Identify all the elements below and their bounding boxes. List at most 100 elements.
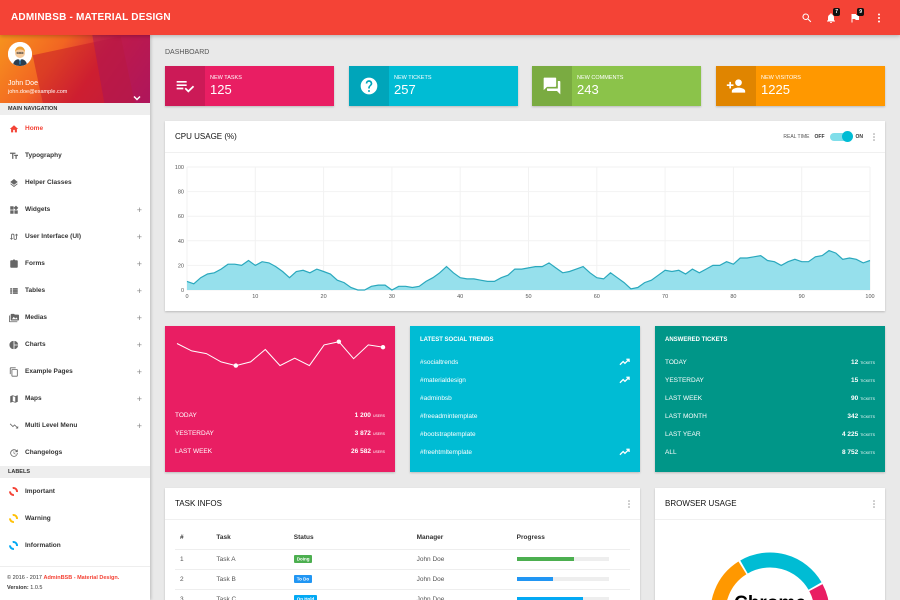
sidebar-item-label: Important [25, 488, 55, 495]
expand-icon[interactable]: + [137, 286, 142, 296]
trend-item[interactable]: #socialtrends [410, 353, 640, 371]
table-row[interactable]: 1 Task A Doing John Doe [175, 549, 630, 570]
donut-segment-firefox[interactable] [809, 584, 829, 600]
user-menu-toggle[interactable] [132, 89, 142, 101]
stat-value: 4 225 [841, 430, 859, 438]
circle-dashed-icon [9, 541, 18, 550]
sidebar-item-label: Example Pages [25, 368, 73, 375]
browser-card-menu-button[interactable] [868, 497, 880, 511]
donut-center-label: Chrome [734, 593, 806, 600]
sidebar-item-multi-level-menu[interactable]: Multi Level Menu + [0, 412, 150, 439]
users-sparkline [176, 339, 386, 368]
donut-segment-chrome[interactable] [740, 552, 822, 591]
trend-item[interactable]: #freehtmltemplate [410, 443, 640, 461]
chevron-down-icon [133, 95, 141, 101]
users-stat-row: YESTERDAY 3 872 USERS [165, 424, 395, 442]
table-row[interactable]: 3 Task C On Hold John Doe [175, 589, 630, 600]
realtime-control: REAL TIME OFF ON [783, 131, 868, 142]
x-tick-label: 100 [865, 294, 874, 300]
sidebar-item-helper-classes[interactable]: Helper Classes [0, 169, 150, 196]
stat-value: 26 582 [351, 447, 371, 455]
expand-icon[interactable]: + [137, 394, 142, 404]
sidebar-label-information[interactable]: Information [0, 532, 150, 559]
sidebar-item-label: Tables [25, 287, 46, 294]
sidebar-footer: © 2016 - 2017 AdminBSB - Material Design… [0, 566, 150, 600]
brand-link[interactable]: AdminBSB - Material Design. [43, 575, 119, 581]
task-manager: John Doe [411, 589, 512, 600]
realtime-toggle[interactable] [829, 131, 853, 142]
sidebar-label-warning[interactable]: Warning [0, 505, 150, 532]
stat-unit: TICKETS [860, 450, 875, 455]
search-icon [802, 13, 812, 22]
pie-chart-icon [8, 340, 18, 349]
task-infos-title: TASK INFOS [175, 499, 222, 508]
version: Version: 1.0.5 [7, 583, 143, 593]
task-manager: John Doe [411, 569, 512, 590]
sidebar-item-label: Maps [25, 395, 42, 402]
info-box-label: NEW TICKETS [394, 75, 432, 81]
notifications-button[interactable]: 7 [820, 7, 842, 29]
answered-tickets-widget: ANSWERED TICKETS TODAY 12 TICKETS YESTERDAY… [655, 326, 885, 472]
update-icon [9, 448, 18, 457]
stat-value: 8 752 [841, 448, 859, 456]
sidebar-item-typography[interactable]: Typography [0, 142, 150, 169]
version-value: 1.0.5 [28, 585, 43, 591]
task-name: Task B [211, 569, 289, 590]
expand-icon[interactable]: + [137, 205, 142, 215]
progress-bar [516, 557, 609, 561]
trend-item[interactable]: #adminbsb [410, 389, 640, 407]
info-box-new-tickets[interactable]: NEW TICKETS 257 [349, 66, 518, 106]
circle-dashed-icon [9, 487, 18, 496]
sidebar-item-maps[interactable]: Maps + [0, 385, 150, 412]
sidebar-item-label: Changelogs [25, 449, 63, 456]
user-email: john.doe@example.com [8, 89, 68, 95]
sidebar-item-charts[interactable]: Charts + [0, 331, 150, 358]
x-tick-label: 70 [662, 294, 668, 300]
column-header: Status [288, 527, 412, 550]
more-options-button[interactable] [868, 7, 890, 29]
expand-icon[interactable]: + [137, 367, 142, 377]
sparkline-point [233, 363, 239, 368]
avatar[interactable] [8, 42, 32, 66]
sidebar-item-medias[interactable]: Medias + [0, 304, 150, 331]
sidebar-item-example-pages[interactable]: Example Pages + [0, 358, 150, 385]
y-tick-label: 40 [178, 239, 184, 245]
sidebar-label-important[interactable]: Important [0, 478, 150, 505]
expand-icon[interactable]: + [137, 340, 142, 350]
trending-up-icon [619, 358, 630, 366]
trend-item[interactable]: #bootstraptemplate [410, 425, 640, 443]
expand-icon[interactable]: + [137, 421, 142, 431]
cpu-card-menu-button[interactable] [868, 130, 880, 144]
task-number: 3 [175, 589, 212, 600]
info-box-new-visitors[interactable]: NEW VISITORS 1225 [716, 66, 885, 106]
more-vert-icon [878, 13, 880, 22]
trend-item[interactable]: #materialdesign [410, 371, 640, 389]
table-row[interactable]: 2 Task B To Do John Doe [175, 569, 630, 590]
column-header: Manager [411, 527, 512, 550]
sidebar-item-user-interface[interactable]: User Interface (UI) + [0, 223, 150, 250]
sidebar-item-tables[interactable]: Tables + [0, 277, 150, 304]
stat-label: LAST WEEK [175, 447, 213, 455]
task-number: 2 [175, 569, 212, 590]
sidebar-item-forms[interactable]: Forms + [0, 250, 150, 277]
expand-icon[interactable]: + [137, 232, 142, 242]
sidebar-item-changelogs[interactable]: Changelogs [0, 439, 150, 466]
trending-up-icon [619, 376, 630, 384]
top-navbar: ADMINBSB - MATERIAL DESIGN 7 9 [0, 0, 900, 35]
trend-item[interactable]: #freeadmintemplate [410, 407, 640, 425]
app-title[interactable]: ADMINBSB - MATERIAL DESIGN [11, 12, 171, 23]
info-box-label: NEW VISITORS [761, 75, 801, 81]
ticket-stat-row: TODAY 12 TICKETS [655, 353, 885, 371]
search-button[interactable] [796, 7, 818, 29]
expand-icon[interactable]: + [137, 259, 142, 269]
info-box-new-comments[interactable]: NEW COMMENTS 243 [532, 66, 701, 106]
task-card-menu-button[interactable] [623, 497, 635, 511]
sidebar-item-widgets[interactable]: Widgets + [0, 196, 150, 223]
tasks-button[interactable]: 9 [844, 7, 866, 29]
users-stat-row: LAST WEEK 26 582 USERS [165, 442, 395, 460]
stat-label: LAST MONTH [665, 412, 707, 420]
info-box-new-tasks[interactable]: NEW TASKS 125 [165, 66, 334, 106]
sidebar-item-home[interactable]: Home [0, 115, 150, 142]
expand-icon[interactable]: + [137, 313, 142, 323]
main-content: DASHBOARD NEW TASKS 125 NEW TICKETS 257 NE… [150, 35, 900, 600]
